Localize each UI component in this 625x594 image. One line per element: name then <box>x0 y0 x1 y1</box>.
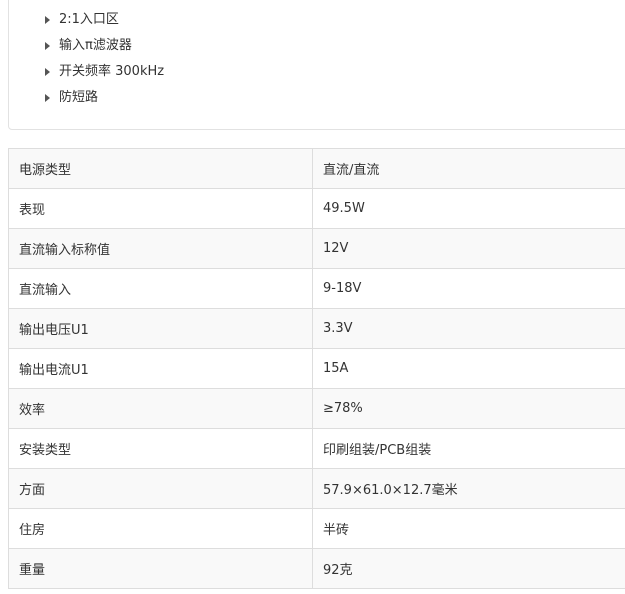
spec-value: 直流/直流 <box>312 148 625 189</box>
spec-label: 效率 <box>8 388 313 429</box>
table-row: 表现 49.5W <box>8 188 625 229</box>
spec-label: 直流输入标称值 <box>8 228 313 269</box>
table-row: 输出电压U1 3.3V <box>8 308 625 349</box>
spec-label: 住房 <box>8 508 313 549</box>
feature-list: 2:1入口区 输入π滤波器 开关频率 300kHz 防短路 <box>45 7 164 111</box>
spec-label: 输出电流U1 <box>8 348 313 389</box>
list-item: 2:1入口区 <box>45 7 164 33</box>
spec-label: 安装类型 <box>8 428 313 469</box>
spec-value: 15A <box>312 348 625 389</box>
spec-value: 半砖 <box>312 508 625 549</box>
table-row: 安装类型 印刷组装/PCB组装 <box>8 428 625 469</box>
list-item: 开关频率 300kHz <box>45 59 164 85</box>
feature-text: 防短路 <box>59 90 99 105</box>
list-item: 输入π滤波器 <box>45 33 164 59</box>
table-row: 直流输入 9-18V <box>8 268 625 309</box>
spec-label: 输出电压U1 <box>8 308 313 349</box>
table-row: 效率 ≥78% <box>8 388 625 429</box>
spec-label: 电源类型 <box>8 148 313 189</box>
triangle-bullet-icon <box>45 94 50 102</box>
list-item: 防短路 <box>45 85 164 111</box>
table-row: 重量 92克 <box>8 548 625 589</box>
triangle-bullet-icon <box>45 68 50 76</box>
spec-label: 方面 <box>8 468 313 509</box>
spec-value: 印刷组装/PCB组装 <box>312 428 625 469</box>
spec-value: ≥78% <box>312 388 625 429</box>
spec-label: 重量 <box>8 548 313 589</box>
spec-label: 直流输入 <box>8 268 313 309</box>
triangle-bullet-icon <box>45 16 50 24</box>
feature-text: 2:1入口区 <box>59 12 119 27</box>
feature-text: 输入π滤波器 <box>59 38 132 53</box>
table-row: 输出电流U1 15A <box>8 348 625 389</box>
table-row: 住房 半砖 <box>8 508 625 549</box>
triangle-bullet-icon <box>45 42 50 50</box>
table-row: 直流输入标称值 12V <box>8 228 625 269</box>
table-row: 方面 57.9×61.0×12.7毫米 <box>8 468 625 509</box>
spec-value: 12V <box>312 228 625 269</box>
spec-value: 49.5W <box>312 188 625 229</box>
table-row: 电源类型 直流/直流 <box>8 148 625 189</box>
spec-label: 表现 <box>8 188 313 229</box>
spec-value: 3.3V <box>312 308 625 349</box>
feature-box: 2:1入口区 输入π滤波器 开关频率 300kHz 防短路 <box>8 0 625 130</box>
spec-value: 9-18V <box>312 268 625 309</box>
spec-value: 57.9×61.0×12.7毫米 <box>312 468 625 509</box>
spec-value: 92克 <box>312 548 625 589</box>
spec-table: 电源类型 直流/直流 表现 49.5W 直流输入标称值 12V 直流输入 9-1… <box>8 148 625 589</box>
feature-text: 开关频率 300kHz <box>59 64 165 79</box>
